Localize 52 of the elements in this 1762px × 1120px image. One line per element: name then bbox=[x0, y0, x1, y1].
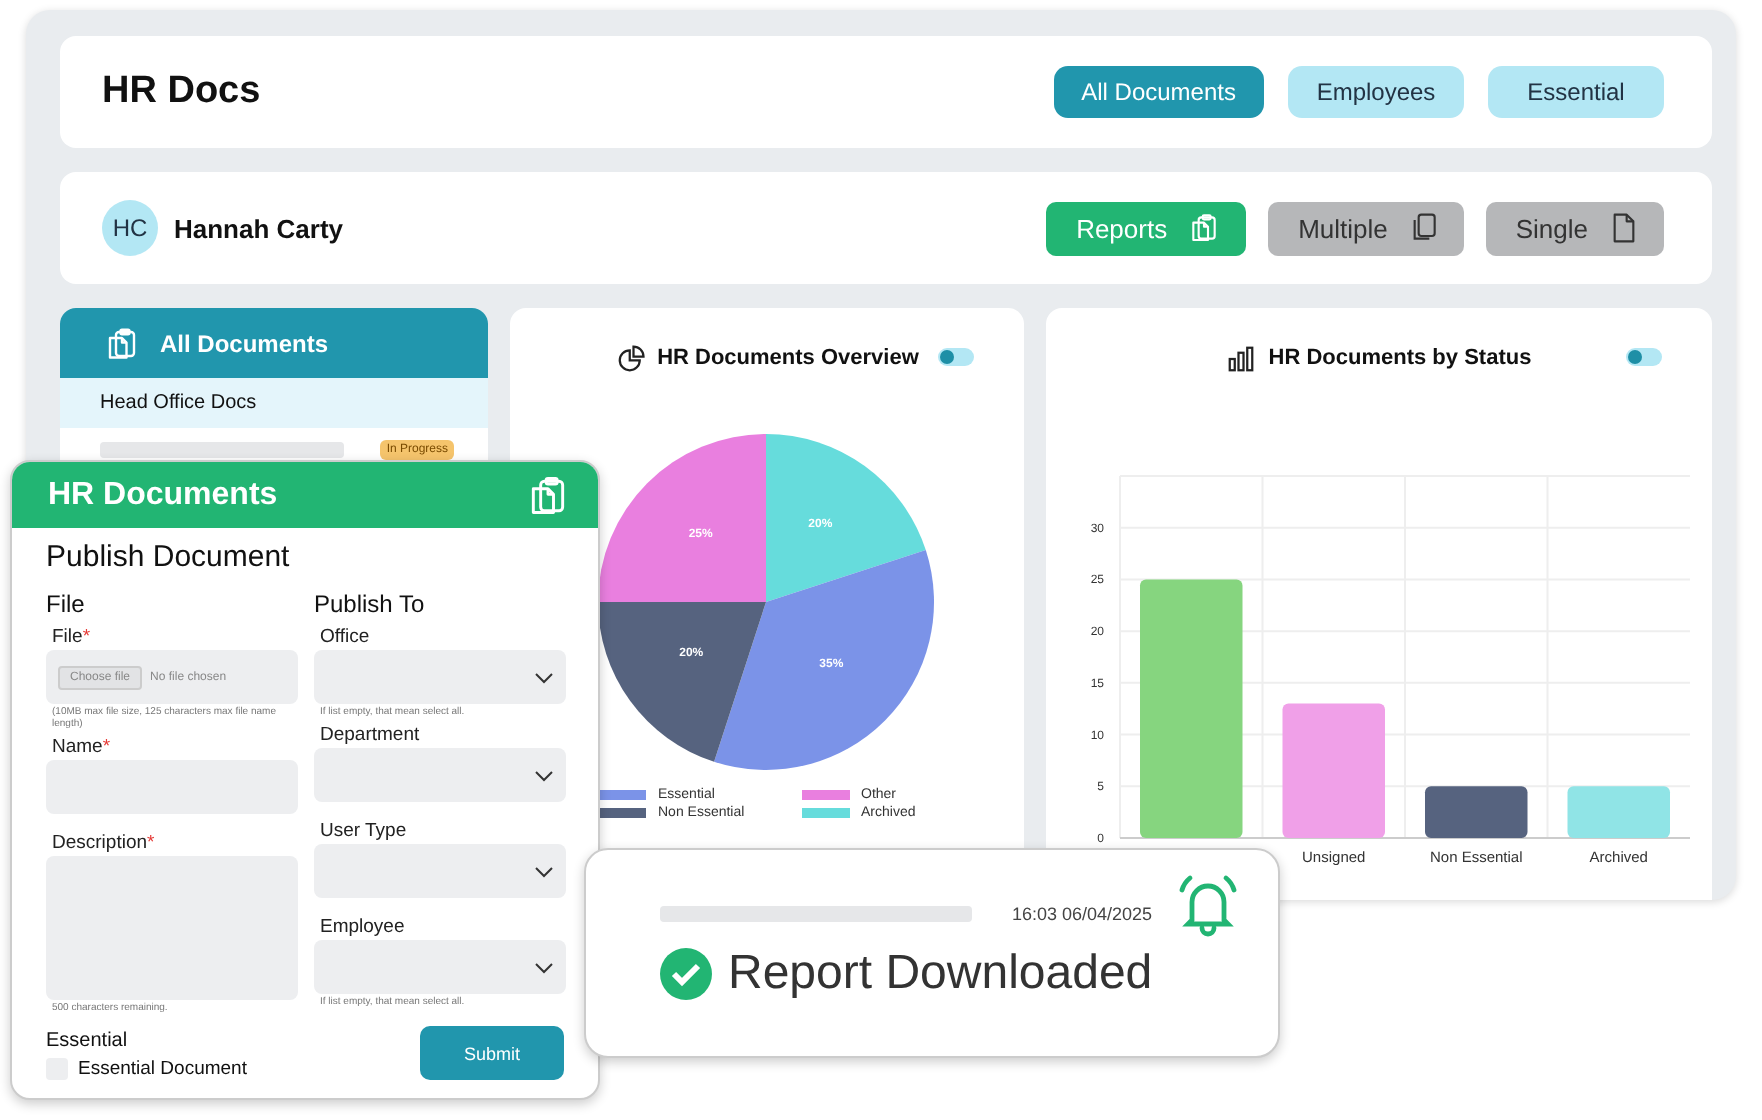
select-field[interactable] bbox=[314, 650, 566, 704]
clipboard-icon bbox=[1187, 212, 1220, 244]
section-title: Publish To bbox=[314, 590, 427, 618]
bar bbox=[1282, 703, 1385, 838]
tab[interactable]: Employees bbox=[1288, 66, 1464, 118]
legend-swatch bbox=[598, 790, 646, 800]
field-label: Name* bbox=[50, 736, 113, 758]
checkbox-label: Essential Document bbox=[78, 1058, 247, 1080]
submit-button[interactable]: Submit bbox=[420, 1026, 564, 1080]
toggle-switch[interactable] bbox=[1626, 348, 1662, 366]
notification-message: Report Downloaded bbox=[728, 946, 1153, 1002]
form-title: HR Documents bbox=[48, 477, 278, 513]
folder-item[interactable]: Head Office Docs bbox=[60, 378, 488, 428]
chevron-down-icon bbox=[534, 765, 554, 785]
user-name: Hannah Carty bbox=[174, 213, 344, 243]
select-field[interactable] bbox=[314, 940, 566, 994]
section-title: File bbox=[46, 590, 87, 618]
field-label: Description* bbox=[50, 832, 157, 854]
form-heading: Publish Document bbox=[46, 540, 292, 574]
select-field[interactable] bbox=[314, 844, 566, 898]
check-circle-icon bbox=[660, 948, 712, 1000]
page-title: HR Docs bbox=[102, 70, 261, 114]
toggle-switch[interactable] bbox=[938, 348, 974, 366]
panel-title: All Documents bbox=[160, 329, 329, 357]
field-label: File* bbox=[50, 626, 93, 648]
clipboard-icon bbox=[526, 473, 570, 517]
legend-swatch bbox=[801, 808, 849, 818]
bar bbox=[1425, 786, 1528, 838]
bar-chart-icon bbox=[1226, 343, 1257, 373]
field-label: User Type bbox=[318, 820, 409, 842]
field-label: Department bbox=[318, 724, 422, 746]
field-label: Employee bbox=[318, 916, 407, 938]
chevron-down-icon bbox=[534, 957, 554, 977]
multiple-button[interactable]: Multiple bbox=[1268, 201, 1464, 255]
chevron-down-icon bbox=[534, 667, 554, 687]
pie-chart-icon bbox=[615, 343, 646, 373]
legend-swatch bbox=[801, 790, 849, 800]
single-button[interactable]: Single bbox=[1485, 201, 1664, 255]
legend-swatch bbox=[598, 808, 646, 818]
chart-title: HR Documents Overview bbox=[657, 346, 919, 370]
field-label: Office bbox=[318, 626, 372, 648]
section-title: Essential bbox=[46, 1030, 130, 1052]
user-avatar: HC bbox=[102, 200, 158, 256]
bar bbox=[1567, 786, 1670, 838]
chevron-down-icon bbox=[534, 861, 554, 881]
tab[interactable]: Essential bbox=[1488, 66, 1664, 118]
clipboard-icon bbox=[104, 325, 140, 361]
tab[interactable]: All Documents bbox=[1053, 66, 1264, 118]
notification-time: 16:03 06/04/2025 bbox=[1012, 904, 1153, 924]
select-field[interactable] bbox=[314, 748, 566, 802]
chart-title: HR Documents by Status bbox=[1268, 346, 1532, 370]
document-icon bbox=[1608, 212, 1640, 244]
